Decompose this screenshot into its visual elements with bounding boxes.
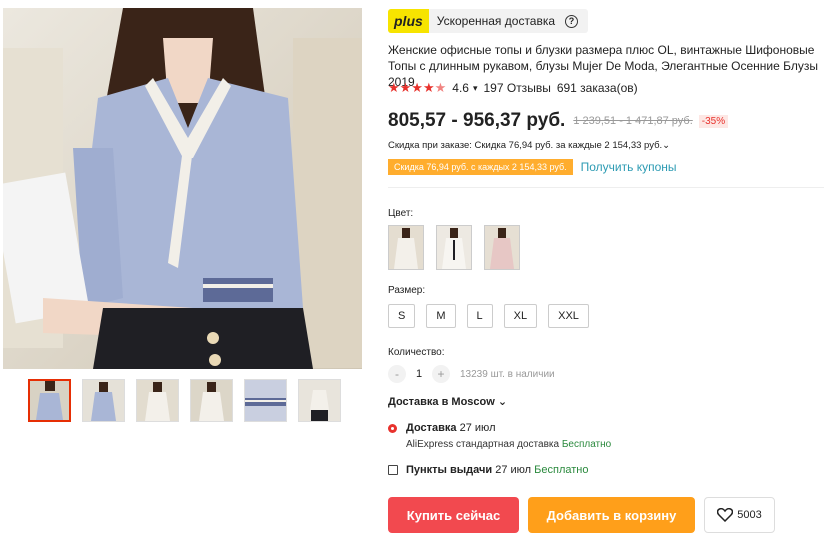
order-discount-info[interactable]: Скидка при заказе: Скидка 76,94 руб. за … [388, 140, 670, 151]
quantity-stepper: - 1 + 13239 шт. в наличии [388, 363, 555, 385]
size-option-xl[interactable]: XL [503, 304, 538, 328]
heart-icon [717, 508, 734, 522]
color-option-1[interactable] [388, 225, 424, 270]
thumbnail-strip [28, 379, 341, 422]
orders-count: 691 заказа(ов) [556, 81, 638, 95]
thumbnail-2[interactable] [82, 379, 125, 422]
pickup-line: Пункты выдачи 27 июл Бесплатно [388, 464, 588, 476]
size-option-m[interactable]: M [426, 304, 456, 328]
plus-badge: plus [388, 9, 429, 33]
color-option-2[interactable] [436, 225, 472, 270]
shipping-destination[interactable]: Доставка в Moscow ⌄ [388, 395, 507, 408]
star-rating-icon: ★★★★★ [388, 80, 446, 96]
quantity-label: Количество: [388, 347, 445, 358]
delivery-date: 27 июл [459, 422, 496, 434]
star-half-icon: ★ [434, 80, 447, 95]
delivery-free: Бесплатно [561, 439, 612, 450]
delivery-line: Доставка 27 июл [388, 422, 496, 434]
size-option-s[interactable]: S [388, 304, 416, 328]
discount-badge: -35% [698, 114, 729, 128]
color-option-3[interactable] [484, 225, 520, 270]
quantity-plus-button[interactable]: + [432, 365, 450, 383]
price-row: 805,57 - 956,37 руб. 1 239,51 - 1 471,87… [388, 108, 729, 134]
buy-now-button[interactable]: Купить сейчас [388, 497, 519, 533]
pickup-point-icon [388, 465, 398, 475]
get-coupons-link[interactable]: Получить купоны [581, 160, 677, 174]
help-icon[interactable]: ? [565, 14, 579, 28]
pickup-free: Бесплатно [534, 464, 589, 476]
delivery-method-name: AliExpress стандартная доставка [406, 439, 560, 450]
plus-shipping-banner: plus Ускоренная доставка ? [388, 9, 589, 33]
current-price: 805,57 - 956,37 руб. [388, 110, 566, 131]
size-options: S M L XL XXL [388, 304, 589, 328]
add-to-cart-button[interactable]: Добавить в корзину [528, 497, 695, 533]
quantity-minus-button[interactable]: - [388, 365, 406, 383]
stock-info: 13239 шт. в наличии [460, 368, 555, 380]
coupon-tag: Скидка 76,94 руб. с каждых 2 154,33 руб. [388, 159, 573, 175]
rating-value: 4.6 [452, 81, 469, 95]
divider [388, 187, 824, 188]
wishlist-count: 5003 [737, 509, 762, 521]
size-label: Размер: [388, 285, 426, 296]
plus-text: Ускоренная доставка [436, 14, 556, 28]
size-option-xxl[interactable]: XXL [548, 304, 589, 328]
pickup-title: Пункты выдачи [406, 464, 493, 476]
thumbnail-5[interactable] [244, 379, 287, 422]
thumbnail-6[interactable] [298, 379, 341, 422]
pickup-date: 27 июл [495, 464, 532, 476]
quantity-input[interactable]: 1 [406, 368, 432, 380]
thumbnail-4[interactable] [190, 379, 233, 422]
color-options [388, 225, 520, 270]
delivery-title: Доставка [406, 422, 457, 434]
delivery-method: AliExpress стандартная доставка Бесплатн… [406, 439, 611, 450]
size-option-l[interactable]: L [466, 304, 493, 328]
product-page: plus Ускоренная доставка ? Женские офисн… [0, 0, 839, 548]
stars-full: ★★★★ [388, 80, 435, 95]
main-product-image[interactable] [3, 8, 362, 369]
wishlist-button[interactable]: 5003 [704, 497, 775, 533]
color-label: Цвет: [388, 208, 414, 219]
old-price: 1 239,51 - 1 471,87 руб. [573, 115, 693, 127]
thumbnail-3[interactable] [136, 379, 179, 422]
location-icon [388, 423, 397, 433]
thumbnail-1[interactable] [28, 379, 71, 422]
rating-row: ★★★★★ 4.6 ▾ 197 Отзывы 691 заказа(ов) [388, 80, 638, 96]
chevron-down-icon[interactable]: ▾ [473, 83, 478, 94]
reviews-link[interactable]: 197 Отзывы [484, 81, 551, 95]
coupon-row: Скидка 76,94 руб. с каждых 2 154,33 руб.… [388, 159, 677, 175]
